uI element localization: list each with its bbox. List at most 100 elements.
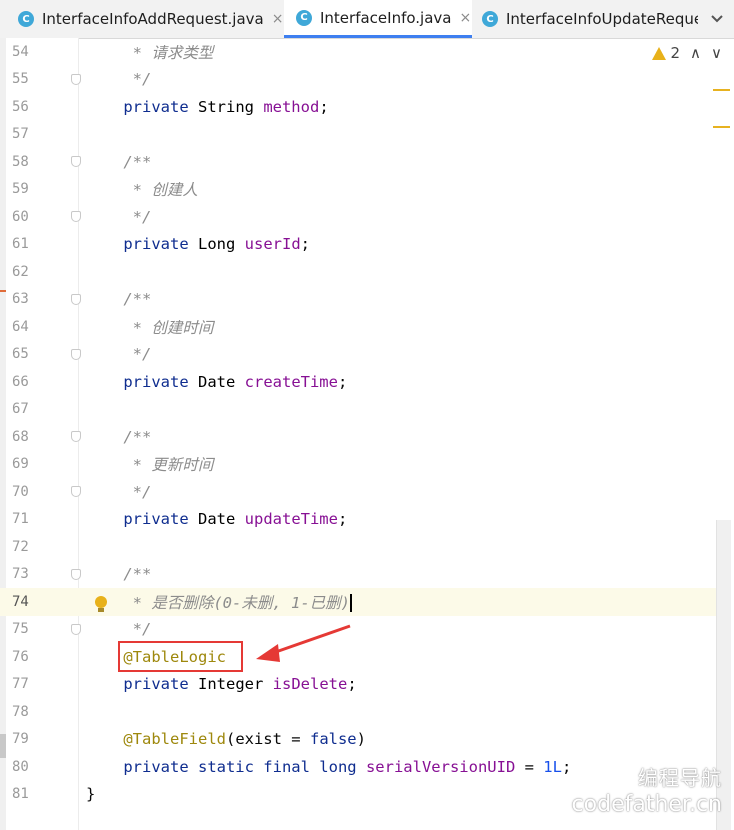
code-token: /** bbox=[86, 565, 152, 584]
line-number: 80 bbox=[12, 758, 29, 775]
code-text: /** bbox=[86, 428, 151, 446]
code-token: Date bbox=[188, 510, 245, 529]
code-line[interactable]: 61 private Long userId; bbox=[0, 231, 716, 259]
code-text: */ bbox=[86, 345, 152, 363]
class-icon: C bbox=[482, 11, 498, 27]
code-line[interactable]: 78 bbox=[0, 698, 716, 726]
fold-marker-icon[interactable] bbox=[71, 431, 81, 443]
code-token: Date bbox=[188, 372, 245, 391]
code-line[interactable]: 55 */ bbox=[0, 66, 716, 94]
code-token: false bbox=[309, 730, 357, 749]
code-token: */ bbox=[86, 482, 152, 501]
code-line[interactable]: 67 bbox=[0, 396, 716, 424]
code-token: ; bbox=[319, 97, 329, 116]
code-line[interactable]: 66 private Date createTime; bbox=[0, 368, 716, 396]
tab-interfaceinfo[interactable]: C InterfaceInfo.java × bbox=[284, 0, 472, 38]
text-caret bbox=[349, 594, 352, 613]
code-token: /** bbox=[86, 152, 152, 171]
code-line[interactable]: 77 private Integer isDelete; bbox=[0, 671, 716, 699]
code-line[interactable]: 57 bbox=[0, 121, 716, 149]
code-token: private bbox=[123, 235, 189, 254]
code-text: private Integer isDelete; bbox=[86, 675, 357, 694]
code-text: */ bbox=[86, 620, 152, 638]
code-text: private Date createTime; bbox=[86, 373, 347, 391]
line-number: 62 bbox=[12, 263, 29, 280]
fold-marker-icon[interactable] bbox=[71, 623, 81, 635]
line-number: 70 bbox=[12, 483, 29, 500]
code-line[interactable]: 63 /** bbox=[0, 286, 716, 314]
code-token: } bbox=[86, 785, 96, 804]
code-line[interactable]: 56 private String method; bbox=[0, 93, 716, 121]
code-line[interactable]: 74 * 是否删除(0-未删, 1-已删) bbox=[0, 588, 716, 616]
code-token: Integer bbox=[188, 675, 273, 694]
code-text: /** bbox=[86, 153, 151, 171]
code-text: */ bbox=[86, 208, 152, 226]
code-text: * 创建时间 bbox=[86, 316, 214, 338]
code-line[interactable]: 65 */ bbox=[0, 341, 716, 369]
line-number: 61 bbox=[12, 236, 29, 253]
close-icon[interactable]: × bbox=[459, 10, 471, 26]
warning-stripe-marker[interactable] bbox=[713, 89, 730, 91]
code-text: } bbox=[86, 785, 95, 803]
fold-marker-icon[interactable] bbox=[71, 568, 81, 580]
fold-marker-icon[interactable] bbox=[71, 293, 81, 305]
code-line[interactable]: 64 * 创建时间 bbox=[0, 313, 716, 341]
code-token: * 更新时间 bbox=[86, 456, 214, 475]
code-token: /** bbox=[86, 427, 152, 446]
code-token: Long bbox=[188, 235, 245, 254]
code-text: /** bbox=[86, 565, 151, 583]
watermark-title: 编程导航 bbox=[638, 766, 722, 790]
fold-marker-icon[interactable] bbox=[71, 348, 81, 360]
code-token: * 创建时间 bbox=[86, 318, 214, 337]
code-token: * 请求类型 bbox=[86, 43, 214, 62]
code-text: * 请求类型 bbox=[86, 41, 214, 63]
code-line[interactable]: 60 */ bbox=[0, 203, 716, 231]
code-text: * 是否删除(0-未删, 1-已删) bbox=[86, 591, 352, 613]
line-number: 69 bbox=[12, 456, 29, 473]
close-icon[interactable]: × bbox=[272, 11, 284, 27]
code-token: 1L bbox=[543, 757, 562, 776]
code-line[interactable]: 58 /** bbox=[0, 148, 716, 176]
warning-stripe-marker[interactable] bbox=[713, 126, 730, 128]
red-arrow-icon bbox=[256, 624, 351, 662]
code-line[interactable]: 59 * 创建人 bbox=[0, 176, 716, 204]
code-line[interactable]: 71 private Date updateTime; bbox=[0, 506, 716, 534]
code-token: @TableField bbox=[123, 730, 226, 749]
chevron-down-icon[interactable] bbox=[710, 0, 724, 38]
code-line[interactable]: 79 @TableField(exist = false) bbox=[0, 726, 716, 754]
fold-marker-icon[interactable] bbox=[71, 156, 81, 168]
line-number: 67 bbox=[12, 401, 29, 418]
code-line[interactable]: 70 */ bbox=[0, 478, 716, 506]
tab-interfaceinfoaddrequest[interactable]: C InterfaceInfoAddRequest.java × bbox=[8, 0, 284, 38]
code-token: ; bbox=[337, 372, 348, 391]
code-line[interactable]: 73 /** bbox=[0, 561, 716, 589]
code-token: * 创建人 bbox=[86, 181, 198, 200]
class-icon: C bbox=[296, 9, 312, 26]
code-line[interactable]: 54 * 请求类型 bbox=[0, 38, 716, 66]
code-token: private bbox=[123, 675, 189, 694]
code-line[interactable]: 80 private static final long serialVersi… bbox=[0, 753, 716, 781]
line-number: 81 bbox=[12, 786, 29, 803]
tab-interfaceinfoupdaterequest[interactable]: C InterfaceInfoUpdateRequest.java bbox=[472, 0, 698, 38]
code-line[interactable]: 69 * 更新时间 bbox=[0, 451, 716, 479]
tab-label: InterfaceInfo.java bbox=[320, 8, 452, 27]
code-token: private bbox=[123, 97, 189, 116]
code-line[interactable]: 62 bbox=[0, 258, 716, 286]
code-token: ; bbox=[347, 675, 357, 694]
code-token: private bbox=[123, 372, 189, 391]
fold-marker-icon[interactable] bbox=[71, 73, 81, 85]
code-text: @TableField(exist = false) bbox=[86, 730, 366, 748]
line-number: 78 bbox=[12, 703, 29, 720]
code-line[interactable]: 68 /** bbox=[0, 423, 716, 451]
code-token: = bbox=[515, 757, 544, 776]
code-line[interactable]: 72 bbox=[0, 533, 716, 561]
fold-marker-icon[interactable] bbox=[71, 486, 81, 498]
line-number: 54 bbox=[12, 43, 29, 60]
code-text: */ bbox=[86, 482, 152, 501]
tab-label: InterfaceInfoUpdateRequest.java bbox=[506, 10, 698, 28]
fold-marker-icon[interactable] bbox=[71, 211, 81, 223]
